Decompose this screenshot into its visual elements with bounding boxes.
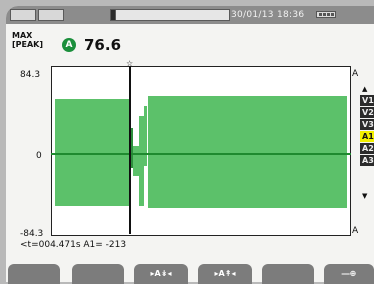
datetime: 30/01/13 18:36 bbox=[231, 10, 305, 20]
y-axis-unit-bottom: A bbox=[352, 226, 359, 236]
mode-sublabel: [PEAK] bbox=[12, 40, 44, 49]
waveform-transient-2 bbox=[133, 146, 139, 176]
memory-bar bbox=[110, 9, 230, 21]
zero-line bbox=[51, 153, 351, 155]
waveform-transient-3 bbox=[139, 116, 144, 206]
scroll-up-icon[interactable]: ▲ bbox=[362, 86, 367, 93]
channel-v2[interactable]: V2 bbox=[360, 107, 374, 118]
waveform-envelope-left bbox=[55, 99, 130, 206]
channel-a3[interactable]: A3 bbox=[360, 155, 374, 166]
function-key-5[interactable] bbox=[262, 264, 314, 284]
channel-v3[interactable]: V3 bbox=[360, 119, 374, 130]
waveform-svg bbox=[51, 96, 351, 208]
battery-icon bbox=[316, 11, 336, 18]
cursor-to-max-button[interactable]: ▸A↟◂ bbox=[198, 264, 252, 284]
cursor-marker-icon: ☆ bbox=[126, 59, 134, 68]
cursor-to-min-button[interactable]: ▸A↡◂ bbox=[134, 264, 188, 284]
channel-v1[interactable]: V1 bbox=[360, 95, 374, 106]
y-axis-bottom-label: -84.3 bbox=[20, 229, 44, 239]
mode-label: MAX bbox=[12, 31, 33, 40]
zoom-button[interactable]: ―⊕ bbox=[324, 264, 374, 284]
waveform-envelope-right bbox=[148, 96, 347, 208]
y-axis-top-label: 84.3 bbox=[20, 70, 41, 80]
function-key-2[interactable] bbox=[72, 264, 124, 284]
play-forward-icon bbox=[38, 9, 64, 21]
cursor-line[interactable] bbox=[129, 66, 131, 234]
channel-badge: A bbox=[62, 38, 76, 52]
measurement-value: 76.6 bbox=[84, 36, 122, 54]
instrument-screen: 30/01/13 18:36 MAX [PEAK] A 76.6 84.3 0 … bbox=[0, 0, 374, 284]
play-back-icon bbox=[10, 9, 36, 21]
y-axis-zero-label: 0 bbox=[36, 151, 42, 161]
scroll-down-icon[interactable]: ▼ bbox=[362, 193, 367, 200]
channel-a2[interactable]: A2 bbox=[360, 143, 374, 154]
cursor-readout: <t=004.471s A1= -213 bbox=[20, 240, 127, 250]
channel-a1[interactable]: A1 bbox=[360, 131, 374, 142]
channel-selector[interactable]: V1 V2 V3 A1 A2 A3 bbox=[360, 95, 374, 167]
memory-fill bbox=[110, 9, 116, 21]
function-key-bar: ▸A↡◂ ▸A↟◂ ―⊕ bbox=[6, 258, 374, 284]
y-axis-unit-top: A bbox=[352, 69, 359, 79]
waveform-transient-4 bbox=[144, 106, 147, 166]
function-key-1[interactable] bbox=[8, 264, 60, 284]
